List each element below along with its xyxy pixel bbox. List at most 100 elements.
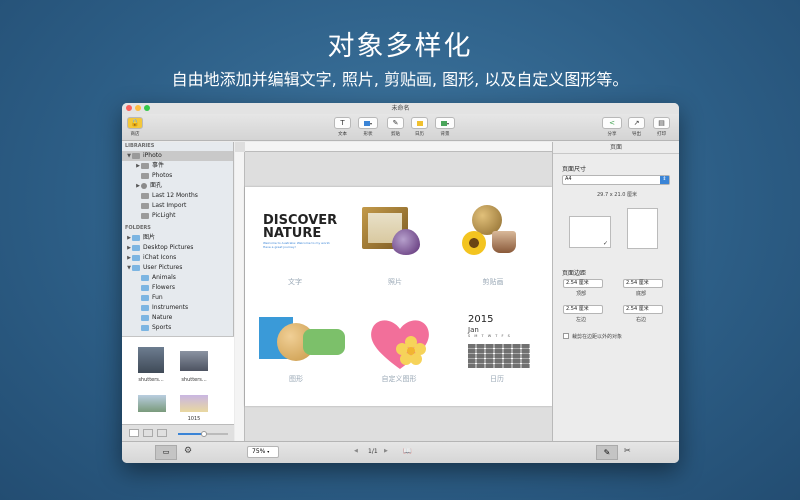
window-controls bbox=[126, 105, 150, 111]
caption-clipart: 剪贴画 bbox=[482, 278, 504, 286]
title-bar: 未命名 bbox=[122, 103, 679, 114]
folders-list: ▶ 图片 ▶ Desktop Pictures ▶ iChat Icons ▼ User Pi… bbox=[122, 233, 233, 333]
sidebar-library-item[interactable]: Photos bbox=[122, 171, 233, 181]
brush-icon: ✎ bbox=[603, 448, 611, 457]
custom-shape-object[interactable] bbox=[365, 315, 435, 371]
sidebar-library-item[interactable]: Last Import bbox=[122, 201, 233, 211]
inspector-panel: 页面 页面尺寸 A4 ⇕ 29.7 x 21.0 厘米 ✓ 页面边距 2.54 … bbox=[552, 142, 679, 441]
thumbnail-size-slider[interactable] bbox=[178, 431, 228, 437]
zoom-select[interactable]: 75% ▾ bbox=[247, 446, 279, 458]
libraries-header: LIBRARIES bbox=[125, 143, 155, 149]
caption-photo: 照片 bbox=[388, 278, 402, 286]
text-icon: T bbox=[334, 117, 351, 129]
toolbar: 🔒 商店 T 文本 ▾ 形状 ✎ 剪贴 日历 ▾ 背景 < 分享 ↗ 导出 ▤ … bbox=[122, 114, 679, 141]
sidebar-folder-item[interactable]: Sports bbox=[122, 323, 233, 333]
library-toggle-button[interactable]: ▭ bbox=[155, 445, 177, 460]
next-page-icon[interactable]: ▶ bbox=[384, 448, 388, 454]
grid-view-icon[interactable] bbox=[129, 429, 139, 437]
landscape-orientation[interactable]: ✓ bbox=[569, 216, 611, 248]
shape-tool-button[interactable]: ▾ 形状 bbox=[358, 117, 378, 137]
thumbnail-image[interactable] bbox=[180, 351, 208, 371]
photo-object[interactable] bbox=[362, 207, 420, 259]
sidebar-folder-item[interactable]: ▼ User Pictures bbox=[122, 263, 233, 273]
store-button[interactable]: 🔒 商店 bbox=[127, 117, 143, 137]
minimize-button[interactable] bbox=[135, 105, 141, 111]
sidebar-item-label: User Pictures bbox=[143, 264, 183, 271]
thumbnail-image[interactable] bbox=[138, 347, 164, 373]
clipart-object[interactable] bbox=[462, 205, 532, 265]
sidebar-item-label: iChat Icons bbox=[143, 254, 177, 261]
folder-icon bbox=[132, 265, 140, 271]
design-page[interactable]: DISCOVER NATURE Welcome to Australia: We… bbox=[245, 187, 552, 406]
thumbnail-image[interactable] bbox=[180, 395, 208, 412]
sidebar-folder-item[interactable]: ▶ Desktop Pictures bbox=[122, 243, 233, 253]
tools-icon[interactable]: ✂ bbox=[624, 446, 631, 455]
inspector-toggle-button[interactable]: ✎ bbox=[596, 445, 618, 460]
inspector-tab-page[interactable]: 页面 bbox=[553, 142, 679, 154]
shape-object[interactable] bbox=[259, 317, 345, 367]
page-size-select[interactable]: A4 ⇕ bbox=[562, 175, 670, 185]
share-button[interactable]: < 分享 bbox=[602, 117, 622, 137]
sidebar-folder-item[interactable]: Animals bbox=[122, 273, 233, 283]
text-tool-button[interactable]: T 文本 bbox=[334, 117, 351, 137]
margin-bottom-field[interactable]: 2.54 厘米 bbox=[623, 279, 663, 288]
text-object[interactable]: DISCOVER NATURE Welcome to Australia: We… bbox=[263, 213, 337, 249]
photo-icon bbox=[141, 213, 149, 219]
slider-knob[interactable] bbox=[201, 431, 207, 437]
sidebar-library-item[interactable]: ▶ 面孔 bbox=[122, 181, 233, 191]
margin-left-field[interactable]: 2.54 厘米 bbox=[563, 305, 603, 314]
sidebar-library-item[interactable]: Last 12 Months bbox=[122, 191, 233, 201]
sidebar-item-label: Photos bbox=[152, 172, 173, 179]
sidebar-folder-item[interactable]: ▶ iChat Icons bbox=[122, 253, 233, 263]
sidebar-folder-item[interactable]: Nature bbox=[122, 313, 233, 323]
background-tool-button[interactable]: ▾ 背景 bbox=[435, 117, 455, 137]
photo-icon bbox=[141, 203, 149, 209]
sidebar-folder-item[interactable]: ▶ 图片 bbox=[122, 233, 233, 243]
export-button[interactable]: ↗ 导出 bbox=[628, 117, 645, 137]
margin-top-field[interactable]: 2.54 厘米 bbox=[563, 279, 603, 288]
sidebar-item-label: Sports bbox=[152, 324, 172, 331]
clipart-tool-button[interactable]: ✎ 剪贴 bbox=[387, 117, 404, 137]
thumbnail-caption: shutters... bbox=[181, 377, 207, 383]
sidebar-folder-item[interactable]: Fun bbox=[122, 293, 233, 303]
checkmark-icon: ✓ bbox=[602, 240, 608, 247]
flower-heart bbox=[392, 229, 420, 255]
calendar-weekdays: S M T W T F S bbox=[468, 334, 512, 338]
book-icon[interactable]: 📖 bbox=[403, 447, 412, 455]
calendar-icon bbox=[411, 117, 428, 129]
margin-top-label: 顶部 bbox=[576, 291, 587, 297]
sidebar-folder-item[interactable]: Flowers bbox=[122, 283, 233, 293]
page-indicator: 1/1 bbox=[368, 448, 378, 455]
page-size-label: 页面尺寸 bbox=[562, 166, 587, 173]
sidebar-item-label: iPhoto bbox=[143, 152, 162, 159]
previous-page-icon[interactable]: ◀ bbox=[354, 448, 358, 454]
page-size-value: A4 bbox=[565, 176, 572, 182]
folder-icon bbox=[132, 255, 140, 261]
paint-icon: ▾ bbox=[435, 117, 455, 129]
list-view-icon[interactable] bbox=[143, 429, 153, 437]
nature-text: NATURE bbox=[263, 226, 322, 241]
close-button[interactable] bbox=[126, 105, 132, 111]
margins-label: 页面边距 bbox=[562, 270, 587, 277]
slider-fill bbox=[178, 433, 202, 435]
sidebar-library-item[interactable]: ▶ 事件 bbox=[122, 161, 233, 171]
pen-icon: ✎ bbox=[387, 117, 404, 129]
detail-view-icon[interactable] bbox=[157, 429, 167, 437]
chevron-down-icon: ▾ bbox=[267, 449, 270, 454]
canvas-area: DISCOVER NATURE Welcome to Australia: We… bbox=[235, 142, 552, 441]
margin-right-field[interactable]: 2.54 厘米 bbox=[623, 305, 663, 314]
sidebar-item-label: Animals bbox=[152, 274, 176, 281]
clip-objects-checkbox[interactable] bbox=[563, 333, 569, 339]
print-button[interactable]: ▤ 打印 bbox=[653, 117, 670, 137]
calendar-object[interactable]: 2015 Jan S M T W T F S bbox=[468, 314, 530, 372]
zoom-button[interactable] bbox=[144, 105, 150, 111]
gear-icon[interactable]: ⚙ bbox=[184, 446, 192, 456]
calendar-tool-button[interactable]: 日历 bbox=[411, 117, 428, 137]
sidebar-library-item[interactable]: ▼ iPhoto bbox=[122, 151, 233, 161]
promo-headline: 对象多样化 bbox=[327, 31, 473, 62]
thumbnail-image[interactable] bbox=[138, 395, 166, 412]
sidebar-library-item[interactable]: PicLight bbox=[122, 211, 233, 221]
sidebar-view-controls bbox=[122, 424, 234, 441]
sidebar-folder-item[interactable]: Instruments bbox=[122, 303, 233, 313]
portrait-orientation[interactable] bbox=[627, 208, 658, 249]
